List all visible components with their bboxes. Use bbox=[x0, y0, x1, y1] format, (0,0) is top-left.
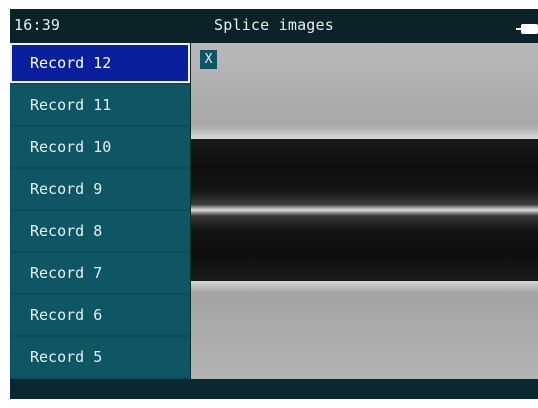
record-item-label: Record 5 bbox=[30, 348, 103, 366]
fiber-image bbox=[191, 139, 538, 281]
record-item-9[interactable]: Record 9 bbox=[10, 169, 190, 209]
record-item-label: Record 8 bbox=[30, 222, 103, 240]
bottom-bar bbox=[10, 379, 538, 399]
record-item-7[interactable]: Record 7 bbox=[10, 253, 190, 293]
image-background-bottom bbox=[191, 281, 538, 379]
record-item-8[interactable]: Record 8 bbox=[10, 211, 190, 251]
status-bar: 16:39 Splice images bbox=[10, 9, 538, 43]
record-item-label: Record 6 bbox=[30, 306, 103, 324]
record-list: Record 12 Record 11 Record 10 Record 9 R… bbox=[10, 43, 190, 379]
record-item-5[interactable]: Record 5 bbox=[10, 337, 190, 377]
record-item-12[interactable]: Record 12 bbox=[10, 43, 190, 83]
record-item-label: Record 11 bbox=[30, 96, 112, 114]
record-item-label: Record 10 bbox=[30, 138, 112, 156]
record-item-label: Record 12 bbox=[30, 54, 112, 72]
battery-icon bbox=[516, 20, 538, 34]
record-item-label: Record 7 bbox=[30, 264, 103, 282]
record-item-label: Record 9 bbox=[30, 180, 103, 198]
image-background-top bbox=[191, 43, 538, 139]
record-item-10[interactable]: Record 10 bbox=[10, 127, 190, 167]
record-item-11[interactable]: Record 11 bbox=[10, 85, 190, 125]
clock-time: 16:39 bbox=[14, 16, 61, 34]
record-item-6[interactable]: Record 6 bbox=[10, 295, 190, 335]
splice-image-view bbox=[191, 43, 538, 379]
page-title: Splice images bbox=[214, 16, 334, 34]
close-button[interactable]: X bbox=[200, 50, 217, 69]
device-screen: 16:39 Splice images Record 12 Record 11 … bbox=[10, 9, 538, 399]
